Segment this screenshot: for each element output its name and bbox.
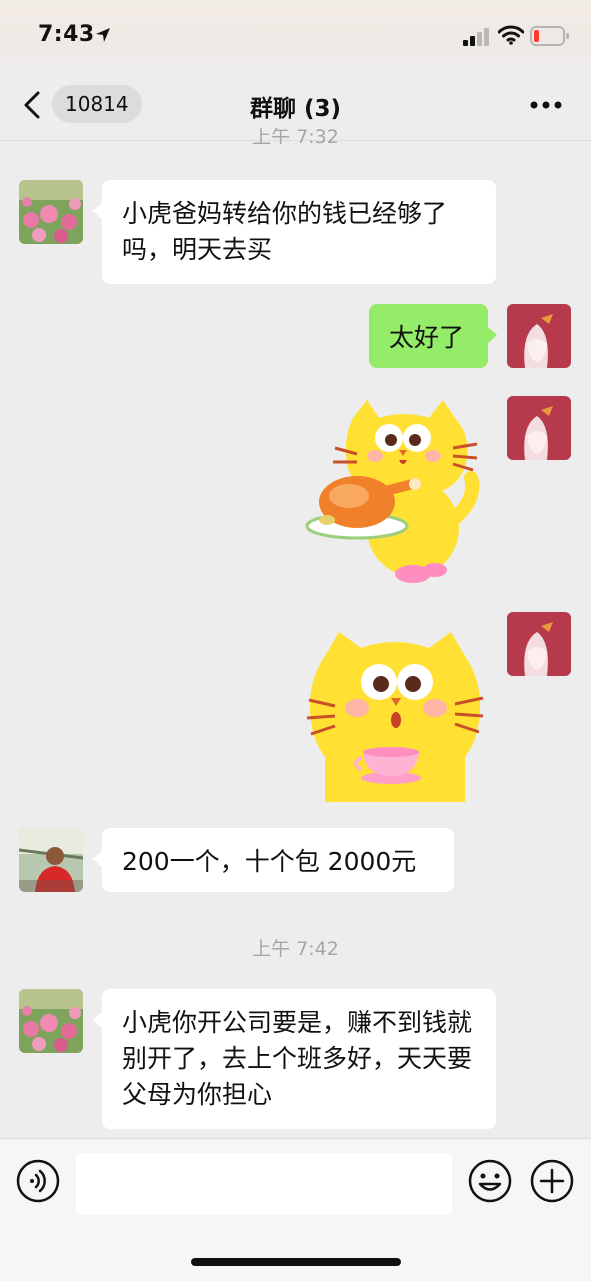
- avatar-anime-girl[interactable]: [507, 304, 571, 368]
- avatar-anime-girl[interactable]: [507, 396, 571, 460]
- message-bubble[interactable]: 200一个，十个包 2000元: [93, 828, 454, 892]
- plus-icon[interactable]: [530, 1159, 574, 1203]
- message-text: 200一个，十个包 2000元: [122, 847, 417, 876]
- message-input[interactable]: [76, 1153, 452, 1215]
- unread-count-badge[interactable]: 10814: [52, 85, 142, 123]
- voice-icon[interactable]: [16, 1159, 60, 1203]
- battery-icon: [530, 26, 569, 46]
- message-text: 太好了: [389, 323, 465, 352]
- avatar-flowers[interactable]: [19, 989, 83, 1053]
- message-text: 小虎你开公司要是，赚不到钱就别开了，去上个班多好，天天要父母为你担心: [122, 1008, 473, 1109]
- timestamp-partial: 上午 7:32: [252, 128, 339, 144]
- sticker-cat-teacup[interactable]: [305, 628, 485, 802]
- avatar-person[interactable]: [19, 828, 83, 892]
- avatar-anime-girl[interactable]: [507, 612, 571, 676]
- message-text: 小虎爸妈转给你的钱已经够了吗，明天去买: [122, 199, 448, 264]
- wifi-icon: [498, 25, 524, 45]
- location-arrow-icon: [96, 28, 110, 42]
- status-time: 7:43: [38, 22, 95, 47]
- emoji-icon[interactable]: [468, 1159, 512, 1203]
- home-indicator: [191, 1258, 401, 1266]
- message-bubble[interactable]: 小虎你开公司要是，赚不到钱就别开了，去上个班多好，天天要父母为你担心: [93, 989, 496, 1129]
- signal-icon: [463, 28, 489, 46]
- back-icon[interactable]: [22, 90, 42, 120]
- more-icon[interactable]: [530, 101, 562, 109]
- avatar-flowers[interactable]: [19, 180, 83, 244]
- status-bar: 7:43: [0, 0, 591, 70]
- message-bubble-sent[interactable]: 太好了: [369, 304, 497, 368]
- timestamp: 上午 7:42: [252, 938, 339, 960]
- message-bubble[interactable]: 小虎爸妈转给你的钱已经够了吗，明天去买: [93, 180, 496, 284]
- sticker-cat-roast-chicken[interactable]: [305, 398, 485, 588]
